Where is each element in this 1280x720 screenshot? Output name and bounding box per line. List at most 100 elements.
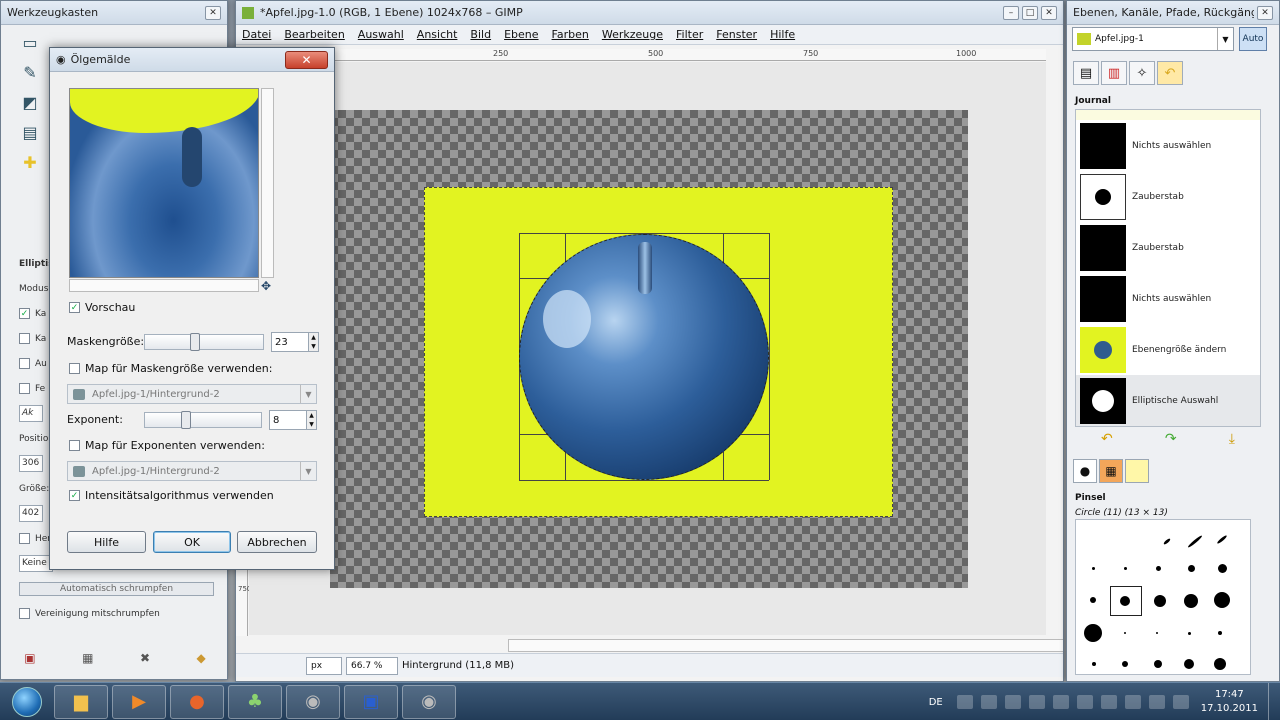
journal-item[interactable]: Zauberstab: [1076, 222, 1260, 273]
tray-icon[interactable]: [1052, 695, 1069, 709]
horizontal-ruler[interactable]: 250 500 750 1000: [248, 49, 1046, 61]
tray-icon[interactable]: [1076, 695, 1093, 709]
tray-icon[interactable]: [1100, 695, 1117, 709]
taskbar-firefox[interactable]: ●: [170, 684, 224, 719]
zoom-select[interactable]: 66.7 %: [346, 656, 398, 675]
exponent-stepper[interactable]: ▲ ▼: [306, 410, 317, 430]
ok-button[interactable]: OK: [153, 531, 231, 553]
auto-button[interactable]: Auto: [1239, 27, 1267, 51]
menu-hilfe[interactable]: Hilfe: [770, 28, 795, 41]
paint-tool-icon[interactable]: ✎: [19, 61, 41, 83]
gradient-tab-icon[interactable]: [1125, 459, 1149, 483]
pattern-tab-icon[interactable]: ▦: [1099, 459, 1123, 483]
checkbox-icon[interactable]: [19, 358, 30, 369]
menu-werkzeuge[interactable]: Werkzeuge: [602, 28, 663, 41]
checkbox-icon[interactable]: ✓: [69, 490, 80, 501]
taskbar-network[interactable]: ♣: [228, 684, 282, 719]
toolbox-close-icon[interactable]: ✕: [205, 5, 221, 20]
checkbox-icon[interactable]: ✓: [69, 302, 80, 313]
preview-checkbox-row[interactable]: ✓ Vorschau: [69, 301, 135, 314]
dialog-close-button[interactable]: ✕: [285, 50, 328, 69]
mask-size-spin[interactable]: 23: [271, 332, 309, 352]
exponent-slider[interactable]: [144, 411, 262, 429]
checkbox-icon[interactable]: [69, 440, 80, 451]
maximize-icon[interactable]: □: [1022, 5, 1038, 20]
clear-history-icon[interactable]: ⤓: [1229, 431, 1235, 447]
channels-tab-icon[interactable]: ▥: [1101, 61, 1127, 85]
undo-icon[interactable]: ↶: [1101, 431, 1113, 447]
checkbox-icon[interactable]: [69, 363, 80, 374]
map-exp-row[interactable]: Map für Exponenten verwenden:: [69, 439, 265, 452]
restore-icon[interactable]: ▦: [82, 651, 93, 665]
help-button[interactable]: Hilfe: [67, 531, 146, 553]
checkbox-icon[interactable]: [19, 533, 30, 544]
menu-bearbeiten[interactable]: Bearbeiten: [284, 28, 344, 41]
merge-row[interactable]: Vereinigung mitschrumpfen: [1, 601, 227, 626]
mask-size-slider[interactable]: [144, 333, 264, 351]
clock[interactable]: 17:47 17.10.2011: [1201, 688, 1258, 716]
checkbox-icon[interactable]: [19, 333, 30, 344]
navigate-icon[interactable]: ✥: [261, 279, 271, 293]
menu-farben[interactable]: Farben: [552, 28, 589, 41]
close-icon[interactable]: ✕: [1257, 5, 1273, 20]
mask-size-knob[interactable]: [190, 333, 200, 351]
menu-auswahl[interactable]: Auswahl: [358, 28, 404, 41]
mask-size-stepper[interactable]: ▲ ▼: [308, 332, 319, 352]
taskbar-media[interactable]: ▶: [112, 684, 166, 719]
redo-icon[interactable]: ↷: [1165, 431, 1177, 447]
preview-image[interactable]: [69, 88, 259, 278]
undo-tab-icon[interactable]: ↶: [1157, 61, 1183, 85]
start-button[interactable]: [0, 684, 54, 720]
journal-item[interactable]: Ebenengröße ändern: [1076, 324, 1260, 375]
journal-item-active[interactable]: Elliptische Auswahl: [1076, 375, 1260, 426]
checkbox-icon[interactable]: ✓: [19, 308, 30, 319]
save-icon[interactable]: ▣: [24, 651, 35, 665]
journal-item[interactable]: Zauberstab: [1076, 171, 1260, 222]
rect-select-tool-icon[interactable]: ▭: [19, 31, 41, 53]
preview-vertical-scrollbar[interactable]: [261, 88, 274, 278]
intensity-row[interactable]: ✓ Intensitätsalgorithmus verwenden: [69, 489, 274, 502]
menu-datei[interactable]: Datei: [242, 28, 271, 41]
show-desktop-button[interactable]: [1268, 683, 1280, 720]
menu-filter[interactable]: Filter: [676, 28, 703, 41]
tray-icon[interactable]: [1004, 695, 1021, 709]
close-icon[interactable]: ✕: [1041, 5, 1057, 20]
taskbar-app[interactable]: ▣: [344, 684, 398, 719]
delete-icon[interactable]: ✖: [140, 651, 150, 665]
taskbar-gimp-1[interactable]: ◉: [286, 684, 340, 719]
blend-tool-icon[interactable]: ▤: [19, 121, 41, 143]
brush-tab-icon[interactable]: ●: [1073, 459, 1097, 483]
tray-icon[interactable]: [1124, 695, 1141, 709]
menu-ansicht[interactable]: Ansicht: [417, 28, 458, 41]
reset-icon[interactable]: ◆: [197, 651, 206, 665]
paths-tab-icon[interactable]: ✧: [1129, 61, 1155, 85]
image-select[interactable]: Apfel.jpg-1 ▼: [1072, 27, 1234, 51]
preview-horizontal-scrollbar[interactable]: [69, 279, 259, 292]
checkbox-icon[interactable]: [19, 383, 30, 394]
image-titlebar[interactable]: *Apfel.jpg-1.0 (RGB, 1 Ebene) 1024x768 –…: [236, 1, 1063, 25]
chevron-down-icon[interactable]: ▼: [300, 385, 316, 403]
language-indicator[interactable]: DE: [929, 697, 943, 708]
map-mask-combo[interactable]: Apfel.jpg-1/Hintergrund-2 ▼: [67, 384, 317, 404]
unit-select[interactable]: px: [306, 656, 342, 675]
dialog-titlebar[interactable]: ◉ Ölgemälde ✕: [50, 48, 334, 72]
menu-bild[interactable]: Bild: [470, 28, 491, 41]
map-exp-combo[interactable]: Apfel.jpg-1/Hintergrund-2 ▼: [67, 461, 317, 481]
shrink-button[interactable]: Automatisch schrumpfen: [1, 576, 227, 601]
menu-ebene[interactable]: Ebene: [504, 28, 538, 41]
taskbar-explorer[interactable]: ▆: [54, 684, 108, 719]
volume-icon[interactable]: [1172, 695, 1189, 709]
toolbox-titlebar[interactable]: Werkzeugkasten ✕: [1, 1, 227, 25]
checkbox-icon[interactable]: [19, 608, 30, 619]
tray-icon[interactable]: [1028, 695, 1045, 709]
journal-list[interactable]: Nichts auswählen Zauberstab Zauberstab N…: [1075, 109, 1261, 427]
brush-grid[interactable]: [1075, 519, 1251, 675]
network-tray-icon[interactable]: [1148, 695, 1165, 709]
taskbar-gimp-2[interactable]: ◉: [402, 684, 456, 719]
journal-item[interactable]: Nichts auswählen: [1076, 120, 1260, 171]
perspective-tool-icon[interactable]: ◩: [19, 91, 41, 113]
tray-icon[interactable]: [980, 695, 997, 709]
tray-icon[interactable]: [956, 695, 973, 709]
minimize-icon[interactable]: –: [1003, 5, 1019, 20]
exponent-knob[interactable]: [181, 411, 191, 429]
